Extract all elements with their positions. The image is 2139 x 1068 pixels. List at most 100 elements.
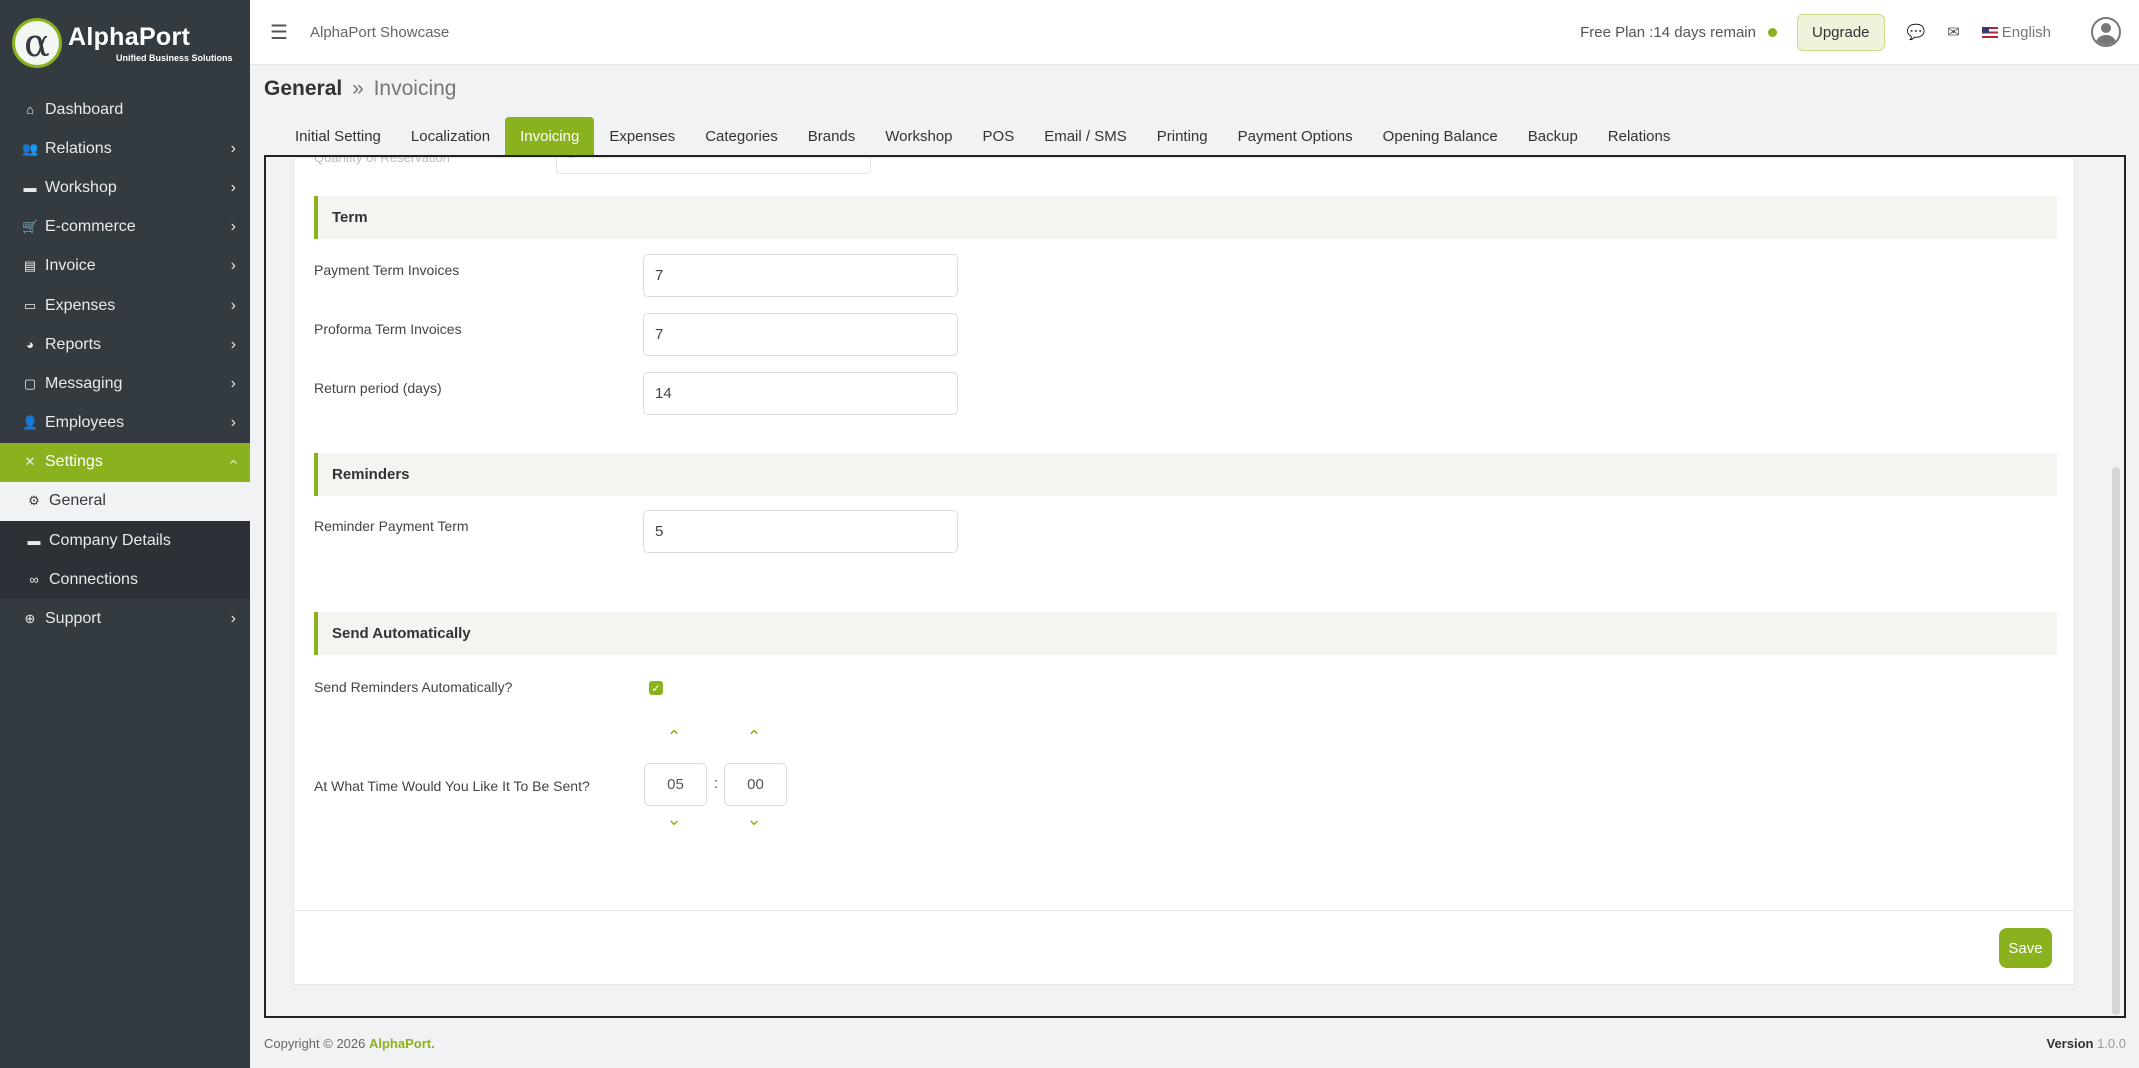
- version-label: Version: [2046, 1036, 2094, 1051]
- tools-icon: ✕: [24, 454, 36, 470]
- tab-printing[interactable]: Printing: [1142, 117, 1223, 155]
- alphaport-logo-icon: α: [12, 18, 62, 68]
- scrollbar[interactable]: [2112, 467, 2120, 1015]
- sidebar-item-support[interactable]: ⊕ Support ›: [0, 599, 250, 638]
- sidebar-item-workshop[interactable]: ▬ Workshop ›: [0, 168, 250, 207]
- breadcrumb-parent[interactable]: General: [264, 77, 342, 100]
- card-footer: Save: [294, 910, 2074, 984]
- sidebar-item-employees[interactable]: 👤 Employees ›: [0, 404, 250, 443]
- breadcrumb: General » Invoicing: [264, 77, 456, 101]
- reminder-payment-term-label: Reminder Payment Term: [314, 518, 469, 534]
- message-icon: ▢: [23, 375, 37, 391]
- payment-term-label: Payment Term Invoices: [314, 262, 460, 278]
- chevron-right-icon: ›: [230, 178, 236, 196]
- sidebar-item-settings[interactable]: ✕ Settings ›: [0, 442, 250, 482]
- section-term: Term: [314, 196, 2057, 239]
- tab-workshop[interactable]: Workshop: [870, 117, 967, 155]
- proforma-term-input[interactable]: [643, 313, 958, 356]
- home-icon: ⌂: [26, 102, 34, 118]
- footer-brand-link[interactable]: AlphaPort.: [369, 1036, 435, 1051]
- copyright-text: Copyright © 2026 AlphaPort.: [264, 1036, 435, 1051]
- users-icon: 👥: [22, 140, 39, 156]
- save-button[interactable]: Save: [1999, 928, 2052, 968]
- tab-initial-setting[interactable]: Initial Setting: [280, 117, 396, 155]
- chevron-right-icon: ›: [230, 374, 236, 392]
- hamburger-menu-icon[interactable]: ☰: [270, 20, 290, 45]
- chevron-right-icon: ›: [230, 610, 236, 628]
- tab-relations[interactable]: Relations: [1593, 117, 1686, 155]
- avatar[interactable]: [2091, 17, 2121, 47]
- sidebar-item-label: General: [49, 492, 106, 510]
- sidebar-nav: ⌂ Dashboard 👥 Relations › ▬ Workshop › 🛒 E-com…: [0, 90, 250, 639]
- language-selector[interactable]: English: [1981, 23, 2051, 41]
- tab-brands[interactable]: Brands: [793, 117, 871, 155]
- sidebar-item-connections[interactable]: ∞ Connections: [0, 560, 250, 599]
- sidebar-item-general[interactable]: ⚙ General: [0, 481, 250, 522]
- tab-localization[interactable]: Localization: [396, 117, 505, 155]
- breadcrumb-current: Invoicing: [373, 77, 457, 100]
- return-period-input[interactable]: [643, 372, 958, 415]
- tab-opening-balance[interactable]: Opening Balance: [1368, 117, 1513, 155]
- section-send-automatically: Send Automatically: [314, 612, 2057, 655]
- brand[interactable]: α AlphaPort Unified Business Solutions: [0, 0, 250, 86]
- tab-invoicing[interactable]: Invoicing: [505, 117, 595, 155]
- tab-pos[interactable]: POS: [968, 117, 1030, 155]
- sidebar-item-label: Reports: [45, 335, 102, 353]
- us-flag-icon: [1981, 26, 1998, 38]
- breadcrumb-separator: »: [352, 77, 364, 100]
- sidebar: α AlphaPort Unified Business Solutions ⌂…: [0, 0, 250, 1068]
- quantity-reservation-input[interactable]: 0: [556, 157, 871, 174]
- send-reminders-label: Send Reminders Automatically?: [314, 679, 513, 695]
- invoicing-form-card: Quantity of Reservation 0 Term Payment T…: [293, 157, 2075, 985]
- send-reminders-checkbox[interactable]: ✓: [649, 681, 663, 695]
- sidebar-item-ecommerce[interactable]: 🛒 E-commerce ›: [0, 208, 250, 247]
- tab-backup[interactable]: Backup: [1513, 117, 1593, 155]
- sidebar-item-messaging[interactable]: ▢ Messaging ›: [0, 364, 250, 403]
- sidebar-item-reports[interactable]: ◕ Reports ›: [0, 325, 250, 364]
- minute-up-chevron-icon[interactable]: ⌃: [744, 727, 764, 748]
- hour-input[interactable]: 05: [644, 763, 707, 806]
- sidebar-item-relations[interactable]: 👥 Relations ›: [0, 129, 250, 168]
- tab-payment-options[interactable]: Payment Options: [1223, 117, 1368, 155]
- version-number: 1.0.0: [2097, 1036, 2126, 1051]
- hour-down-chevron-icon[interactable]: ⌄: [664, 809, 684, 830]
- tab-email-sms[interactable]: Email / SMS: [1029, 117, 1142, 155]
- settings-submenu: ⚙ General ▬ Company Details ∞ Connections: [0, 481, 250, 600]
- time-separator: :: [714, 775, 719, 792]
- payment-term-input[interactable]: [643, 254, 958, 297]
- tab-categories[interactable]: Categories: [690, 117, 793, 155]
- chat-icon[interactable]: 💬: [1907, 23, 1926, 41]
- briefcase-icon: ▬: [23, 180, 37, 196]
- version-info: Version 1.0.0: [2046, 1036, 2126, 1051]
- quantity-reservation-label: Quantity of Reservation: [314, 155, 450, 165]
- inbox-icon[interactable]: ✉: [1947, 23, 1960, 41]
- sidebar-item-label: Dashboard: [45, 100, 124, 118]
- chevron-right-icon: ›: [230, 414, 236, 432]
- plan-status: Free Plan :14 days remain: [1580, 23, 1756, 41]
- minute-down-chevron-icon[interactable]: ⌄: [744, 809, 764, 830]
- cart-icon: 🛒: [22, 219, 39, 235]
- brand-tagline: Unified Business Solutions: [116, 53, 233, 63]
- sidebar-item-label: Invoice: [45, 257, 96, 275]
- hour-up-chevron-icon[interactable]: ⌃: [664, 727, 684, 748]
- language-label: English: [2001, 23, 2051, 41]
- pie-chart-icon: ◕: [26, 337, 34, 353]
- gear-icon: ⚙: [28, 493, 40, 509]
- sidebar-item-company-details[interactable]: ▬ Company Details: [0, 521, 250, 560]
- reminder-payment-term-input[interactable]: [643, 510, 958, 553]
- sidebar-item-dashboard[interactable]: ⌂ Dashboard: [0, 90, 250, 129]
- sidebar-item-invoice[interactable]: ▤ Invoice ›: [0, 247, 250, 286]
- chevron-right-icon: ›: [230, 218, 236, 236]
- sidebar-item-label: Relations: [45, 139, 112, 157]
- sidebar-item-label: Support: [45, 610, 102, 628]
- money-icon: ▭: [23, 297, 37, 313]
- sidebar-item-expenses[interactable]: ▭ Expenses ›: [0, 286, 250, 325]
- upgrade-button[interactable]: Upgrade: [1796, 13, 1885, 51]
- sidebar-item-label: Workshop: [45, 178, 117, 196]
- status-dot-icon: [1767, 27, 1777, 37]
- tab-expenses[interactable]: Expenses: [594, 117, 690, 155]
- sidebar-item-label: Messaging: [45, 374, 123, 392]
- link-icon: ∞: [29, 572, 39, 588]
- send-time-label: At What Time Would You Like It To Be Sen…: [314, 778, 590, 794]
- minute-input[interactable]: 00: [724, 763, 787, 806]
